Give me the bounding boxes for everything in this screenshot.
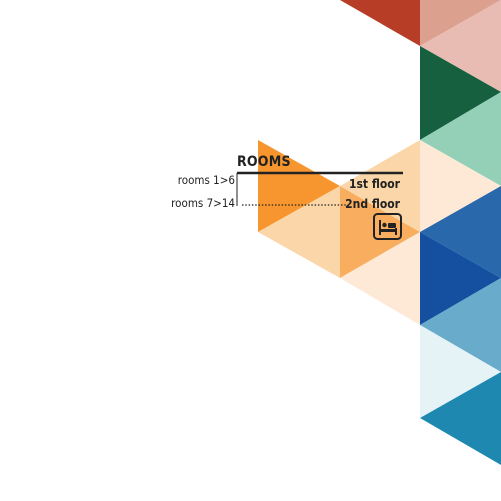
rooms-7-14-label: rooms 7>14: [171, 196, 235, 210]
triangle-mosaic: [236, 0, 501, 465]
rooms-1-6-label: rooms 1>6: [177, 173, 235, 187]
first-floor-label: 1st floor: [348, 177, 400, 191]
rooms-title: ROOMS: [237, 154, 291, 170]
second-floor-label: 2nd floor: [345, 197, 400, 211]
red-triangle: [340, 0, 420, 46]
